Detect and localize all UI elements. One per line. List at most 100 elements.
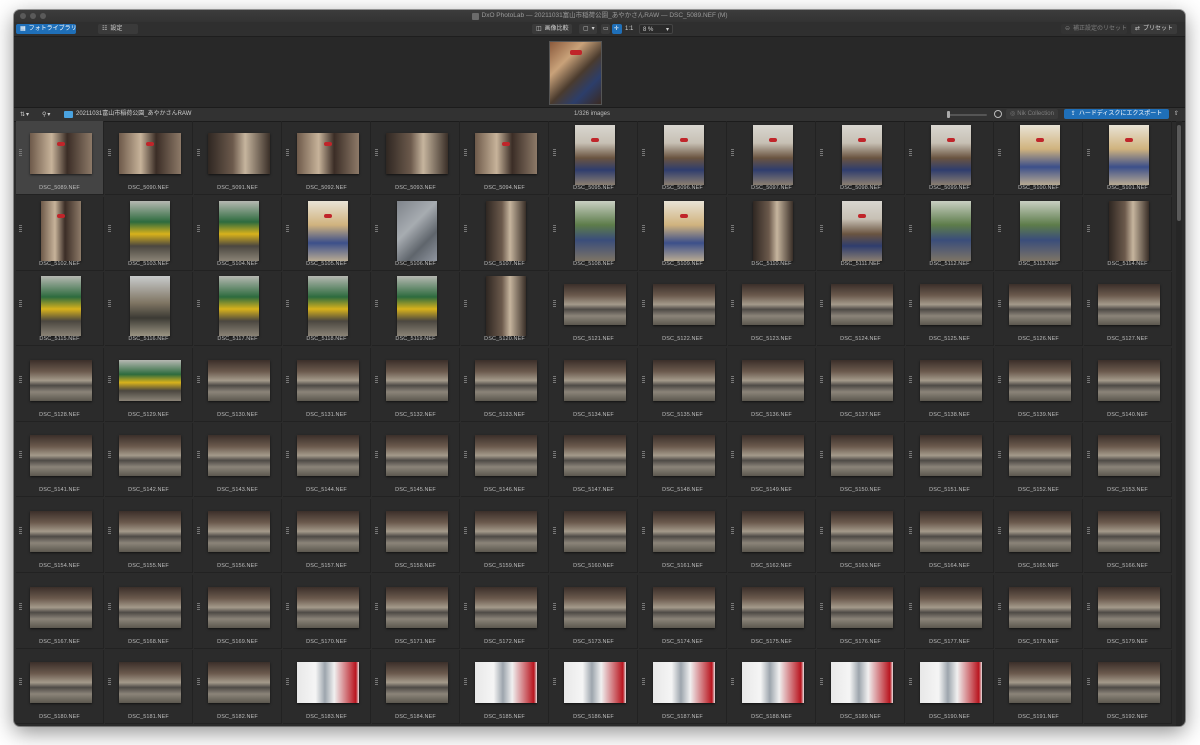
thumbnail-image[interactable]: [652, 359, 715, 401]
thumbnail-cell[interactable]: DSC_5169.NEF: [194, 574, 282, 649]
thumbnail-image[interactable]: [830, 586, 893, 628]
thumbnail-image[interactable]: [474, 435, 537, 477]
thumbnail-cell[interactable]: DSC_5154.NEF: [16, 499, 104, 573]
thumbnail-rating-dots[interactable]: [909, 300, 912, 309]
thumbnail-image[interactable]: [207, 662, 270, 704]
thumbnail-rating-dots[interactable]: [464, 375, 467, 384]
thumbnail-rating-dots[interactable]: [108, 678, 111, 687]
thumbnail-cell[interactable]: DSC_5174.NEF: [639, 574, 727, 649]
thumbnail-image[interactable]: [29, 511, 92, 552]
thumbnail-cell[interactable]: DSC_5175.NEF: [728, 574, 816, 649]
thumbnail-rating-dots[interactable]: [464, 678, 467, 687]
thumbnail-image[interactable]: [207, 586, 270, 628]
compare-button[interactable]: ◫ 画像比較: [532, 24, 572, 34]
thumbnail-rating-dots[interactable]: [464, 602, 467, 611]
thumbnail-rating-dots[interactable]: [286, 300, 289, 309]
thumbnail-cell[interactable]: DSC_5166.NEF: [1084, 499, 1172, 573]
thumbnail-cell[interactable]: DSC_5128.NEF: [16, 347, 104, 422]
thumbnail-image[interactable]: [652, 662, 715, 704]
thumbnail-size-slider[interactable]: [947, 114, 987, 116]
thumbnail-rating-dots[interactable]: [642, 375, 645, 384]
thumbnail-rating-dots[interactable]: [820, 602, 823, 611]
thumbnail-cell[interactable]: DSC_5138.NEF: [906, 347, 994, 422]
thumbnail-rating-dots[interactable]: [642, 451, 645, 460]
thumbnail-rating-dots[interactable]: [642, 149, 645, 157]
thumbnail-rating-dots[interactable]: [909, 224, 912, 233]
thumbnail-image[interactable]: [830, 284, 893, 326]
thumbnail-cell[interactable]: DSC_5134.NEF: [550, 347, 638, 422]
thumbnail-cell[interactable]: DSC_5156.NEF: [194, 499, 282, 573]
thumbnail-cell[interactable]: DSC_5125.NEF: [906, 272, 994, 347]
thumbnail-cell[interactable]: DSC_5142.NEF: [105, 423, 193, 498]
thumbnail-image[interactable]: [1008, 435, 1071, 477]
thumbnail-rating-dots[interactable]: [197, 678, 200, 687]
thumbnail-rating-dots[interactable]: [998, 602, 1001, 611]
thumbnail-cell[interactable]: DSC_5136.NEF: [728, 347, 816, 422]
thumbnail-image[interactable]: [385, 435, 448, 477]
thumbnail-image[interactable]: [296, 435, 359, 477]
thumbnail-image[interactable]: [118, 359, 181, 401]
thumbnail-rating-dots[interactable]: [1087, 678, 1090, 687]
thumbnail-rating-dots[interactable]: [820, 678, 823, 687]
thumbnail-cell[interactable]: DSC_5101.NEF: [1084, 121, 1172, 195]
thumbnail-rating-dots[interactable]: [642, 224, 645, 233]
thumbnail-image[interactable]: [752, 125, 793, 185]
thumbnail-cell[interactable]: DSC_5145.NEF: [372, 423, 460, 498]
thumbnail-rating-dots[interactable]: [642, 300, 645, 309]
thumbnail-image[interactable]: [218, 200, 259, 261]
thumbnail-cell[interactable]: DSC_5116.NEF: [105, 272, 193, 347]
thumbnail-cell[interactable]: DSC_5188.NEF: [728, 650, 816, 725]
thumbnail-image[interactable]: [574, 125, 615, 185]
thumbnail-cell[interactable]: DSC_5091.NEF: [194, 121, 282, 195]
zoom-select[interactable]: 8 % ▾: [639, 24, 673, 34]
thumbnail-cell[interactable]: DSC_5093.NEF: [372, 121, 460, 195]
thumbnail-rating-dots[interactable]: [108, 300, 111, 309]
fit-screen-button[interactable]: ▭: [601, 24, 610, 34]
thumbnail-cell[interactable]: DSC_5105.NEF: [283, 196, 371, 271]
thumbnail-image[interactable]: [207, 359, 270, 401]
thumbnail-rating-dots[interactable]: [998, 224, 1001, 233]
thumbnail-rating-dots[interactable]: [998, 149, 1001, 157]
thumbnail-rating-dots[interactable]: [642, 678, 645, 687]
thumbnail-rating-dots[interactable]: [553, 224, 556, 233]
thumbnail-rating-dots[interactable]: [375, 451, 378, 460]
thumbnail-rating-dots[interactable]: [19, 149, 22, 157]
thumbnail-rating-dots[interactable]: [998, 451, 1001, 460]
thumbnail-image[interactable]: [40, 276, 81, 337]
thumbnail-rating-dots[interactable]: [553, 149, 556, 157]
thumbnail-cell[interactable]: DSC_5130.NEF: [194, 347, 282, 422]
thumbnail-cell[interactable]: DSC_5183.NEF: [283, 650, 371, 725]
thumbnail-image[interactable]: [29, 133, 92, 174]
thumbnail-cell[interactable]: DSC_5161.NEF: [639, 499, 727, 573]
thumbnail-rating-dots[interactable]: [286, 375, 289, 384]
thumbnail-cell[interactable]: DSC_5129.NEF: [105, 347, 193, 422]
thumbnail-image[interactable]: [919, 511, 982, 552]
thumbnail-rating-dots[interactable]: [375, 375, 378, 384]
thumbnail-rating-dots[interactable]: [197, 527, 200, 535]
thumbnail-image[interactable]: [663, 125, 704, 185]
thumbnail-cell[interactable]: DSC_5123.NEF: [728, 272, 816, 347]
thumbnail-rating-dots[interactable]: [998, 678, 1001, 687]
thumbnail-cell[interactable]: DSC_5108.NEF: [550, 196, 638, 271]
grid-scrollbar[interactable]: [1176, 121, 1182, 726]
thumbnail-cell[interactable]: DSC_5119.NEF: [372, 272, 460, 347]
thumbnail-cell[interactable]: DSC_5115.NEF: [16, 272, 104, 347]
thumbnail-cell[interactable]: DSC_5160.NEF: [550, 499, 638, 573]
thumbnail-rating-dots[interactable]: [375, 300, 378, 309]
thumbnail-cell[interactable]: DSC_5151.NEF: [906, 423, 994, 498]
thumbnail-rating-dots[interactable]: [19, 451, 22, 460]
thumbnail-cell[interactable]: DSC_5117.NEF: [194, 272, 282, 347]
thumbnail-rating-dots[interactable]: [820, 224, 823, 233]
thumbnail-image[interactable]: [29, 359, 92, 401]
thumbnail-cell[interactable]: DSC_5141.NEF: [16, 423, 104, 498]
thumbnail-cell[interactable]: DSC_5149.NEF: [728, 423, 816, 498]
thumbnail-image[interactable]: [474, 511, 537, 552]
thumbnail-image[interactable]: [652, 435, 715, 477]
thumbnail-rating-dots[interactable]: [464, 527, 467, 535]
thumbnail-cell[interactable]: DSC_5150.NEF: [817, 423, 905, 498]
thumbnail-rating-dots[interactable]: [553, 602, 556, 611]
thumbnail-rating-dots[interactable]: [820, 375, 823, 384]
thumbnail-rating-dots[interactable]: [197, 300, 200, 309]
minimize-window-button[interactable]: [30, 13, 36, 19]
thumbnail-cell[interactable]: DSC_5184.NEF: [372, 650, 460, 725]
